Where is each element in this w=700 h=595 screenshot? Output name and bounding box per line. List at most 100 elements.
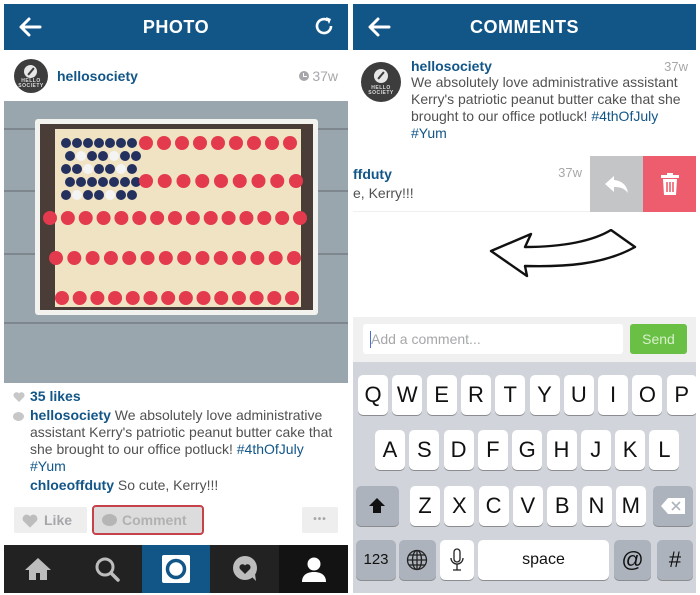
key-j[interactable]: J xyxy=(580,430,611,470)
comment-time: 37w xyxy=(558,165,582,180)
key-v[interactable]: V xyxy=(512,486,543,526)
space-key[interactable]: space xyxy=(478,540,609,580)
key-n[interactable]: N xyxy=(581,486,612,526)
key-l[interactable]: L xyxy=(649,430,680,470)
raspberry xyxy=(229,136,243,150)
raspberry xyxy=(195,251,210,265)
reply-button[interactable] xyxy=(590,156,643,212)
blueberry xyxy=(131,151,141,161)
comment-username[interactable]: chloeoffduty xyxy=(30,477,114,493)
key-b[interactable]: B xyxy=(547,486,578,526)
key-d[interactable]: D xyxy=(443,430,474,470)
likes-count[interactable]: 35 likes xyxy=(12,388,340,406)
key-k[interactable]: K xyxy=(615,430,646,470)
raspberry xyxy=(139,136,153,150)
key-a[interactable]: A xyxy=(375,430,405,470)
key-z[interactable]: Z xyxy=(410,486,440,526)
raspberry xyxy=(175,136,189,150)
raspberry xyxy=(267,291,282,305)
comment-button[interactable]: Comment xyxy=(92,505,204,535)
raspberry xyxy=(211,136,225,150)
key-u[interactable]: U xyxy=(563,375,594,415)
numbers-key[interactable]: 123 xyxy=(356,540,396,580)
blueberry xyxy=(94,164,104,174)
add-comment-input[interactable]: Add a comment... xyxy=(363,324,623,354)
comment-text: So cute, Kerry!!! xyxy=(114,477,219,493)
raspberry xyxy=(283,136,297,150)
key-e[interactable]: E xyxy=(426,375,457,415)
activity-heart-bubble-icon xyxy=(232,556,257,581)
tab-profile[interactable] xyxy=(279,545,348,593)
backspace-key[interactable] xyxy=(653,486,693,526)
comment-username[interactable]: hellosociety xyxy=(411,58,492,74)
tab-home[interactable] xyxy=(4,545,73,593)
raspberry xyxy=(231,291,246,305)
globe-key[interactable] xyxy=(399,540,436,580)
key-c[interactable]: C xyxy=(478,486,509,526)
avatar[interactable]: HELLO SOCIETY xyxy=(361,62,401,102)
hash-key[interactable]: # xyxy=(657,540,693,580)
raspberry xyxy=(158,251,173,265)
key-p[interactable]: P xyxy=(666,375,696,415)
blueberry xyxy=(72,164,82,174)
delete-button[interactable] xyxy=(643,156,696,212)
blueberry xyxy=(76,151,86,161)
raspberry xyxy=(247,136,261,150)
blueberry xyxy=(116,138,126,148)
key-g[interactable]: G xyxy=(512,430,543,470)
shift-key[interactable] xyxy=(356,486,399,526)
raspberry xyxy=(122,251,137,265)
blueberry xyxy=(127,190,137,200)
blueberry xyxy=(65,177,75,187)
key-y[interactable]: Y xyxy=(529,375,560,415)
raspberry xyxy=(168,211,182,225)
comments-screen: COMMENTS HELLO SOCIETY hellosociety 37w W… xyxy=(353,4,696,593)
raspberry xyxy=(214,291,229,305)
raspberry xyxy=(72,291,87,305)
blueberry xyxy=(116,164,126,174)
key-h[interactable]: H xyxy=(546,430,577,470)
more-options-button[interactable]: ••• xyxy=(302,507,338,533)
tab-camera[interactable] xyxy=(141,545,211,593)
post-photo[interactable] xyxy=(4,101,348,383)
raspberry xyxy=(275,211,290,225)
blueberry xyxy=(94,190,104,200)
caption-username[interactable]: hellosociety xyxy=(30,407,111,423)
swiped-comment-row[interactable]: ffduty e, Kerry!!! 37w xyxy=(353,156,696,212)
blueberry xyxy=(72,190,82,200)
raspberry xyxy=(268,251,283,265)
shift-arrow-icon xyxy=(369,498,385,513)
microphone-key[interactable] xyxy=(440,540,474,580)
key-f[interactable]: F xyxy=(477,430,508,470)
blueberry xyxy=(116,190,126,200)
key-i[interactable]: I xyxy=(598,375,629,415)
key-m[interactable]: M xyxy=(615,486,646,526)
heart-icon xyxy=(22,514,38,528)
key-q[interactable]: Q xyxy=(358,375,388,415)
blueberry xyxy=(105,164,115,174)
tab-explore[interactable] xyxy=(73,545,142,593)
tab-activity[interactable] xyxy=(210,545,279,593)
send-button[interactable]: Send xyxy=(630,324,687,354)
comment-username[interactable]: ffduty xyxy=(353,166,392,182)
post-username[interactable]: hellosociety xyxy=(57,68,138,84)
time-ago: 37w xyxy=(312,68,338,84)
avatar[interactable]: HELLO SOCIETY xyxy=(14,59,48,93)
raspberry xyxy=(289,174,303,188)
key-x[interactable]: X xyxy=(444,486,475,526)
like-button[interactable]: Like xyxy=(14,507,87,533)
raspberry xyxy=(55,291,69,305)
key-t[interactable]: T xyxy=(495,375,526,415)
key-r[interactable]: R xyxy=(460,375,491,415)
raspberry xyxy=(161,291,176,305)
key-s[interactable]: S xyxy=(409,430,440,470)
key-w[interactable]: W xyxy=(392,375,423,415)
flag-cake-image xyxy=(4,101,348,383)
raspberry xyxy=(114,211,129,225)
comment-compose-bar: Add a comment... Send xyxy=(353,317,696,362)
post-details: 35 likes hellosociety We absolutely love… xyxy=(12,388,340,494)
refresh-icon[interactable] xyxy=(312,14,336,38)
at-key[interactable]: @ xyxy=(614,540,651,580)
key-o[interactable]: O xyxy=(632,375,663,415)
raspberry xyxy=(249,291,264,305)
